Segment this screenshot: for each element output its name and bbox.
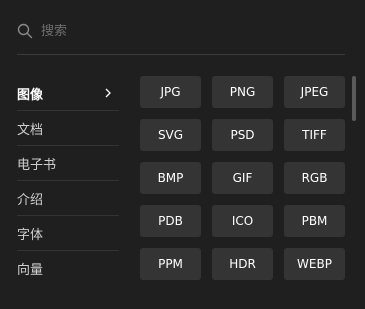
sidebar-item-label: 介绍 bbox=[17, 192, 44, 208]
chevron-right-icon bbox=[105, 88, 111, 98]
format-button-webp[interactable]: WEBP bbox=[284, 248, 345, 280]
sidebar-item-font[interactable]: 字体 bbox=[17, 216, 119, 251]
format-button-rgb[interactable]: RGB bbox=[284, 162, 345, 194]
search-bar[interactable] bbox=[17, 20, 345, 42]
sidebar-item-presentation[interactable]: 介绍 bbox=[17, 181, 119, 216]
search-icon bbox=[17, 23, 33, 39]
sidebar-item-ebook[interactable]: 电子书 bbox=[17, 146, 119, 181]
sidebar-item-label: 电子书 bbox=[17, 157, 57, 173]
format-button-gif[interactable]: GIF bbox=[212, 162, 273, 194]
format-button-jpg[interactable]: JPG bbox=[140, 76, 201, 108]
sidebar-item-image[interactable]: 图像 bbox=[17, 76, 119, 111]
format-button-ico[interactable]: ICO bbox=[212, 205, 273, 237]
format-button-png[interactable]: PNG bbox=[212, 76, 273, 108]
format-button-psd[interactable]: PSD bbox=[212, 119, 273, 151]
sidebar-item-document[interactable]: 文档 bbox=[17, 111, 119, 146]
category-sidebar: 图像 文档 电子书 介绍 字体 向量 bbox=[17, 76, 119, 286]
sidebar-item-label: 文档 bbox=[17, 122, 44, 138]
sidebar-item-label: 字体 bbox=[17, 227, 44, 243]
sidebar-item-label: 向量 bbox=[17, 263, 44, 278]
sidebar-item-label: 图像 bbox=[17, 87, 44, 103]
format-grid: JPG PNG JPEG SVG PSD TIFF BMP GIF RGB PD… bbox=[140, 76, 345, 280]
format-button-svg[interactable]: SVG bbox=[140, 119, 201, 151]
scrollbar-thumb[interactable] bbox=[352, 76, 356, 121]
format-button-pdb[interactable]: PDB bbox=[140, 205, 201, 237]
search-divider bbox=[17, 54, 345, 55]
format-button-hdr[interactable]: HDR bbox=[212, 248, 273, 280]
search-input[interactable] bbox=[41, 23, 331, 39]
format-button-jpeg[interactable]: JPEG bbox=[284, 76, 345, 108]
sidebar-item-vector[interactable]: 向量 bbox=[17, 251, 119, 286]
format-button-pbm[interactable]: PBM bbox=[284, 205, 345, 237]
format-button-ppm[interactable]: PPM bbox=[140, 248, 201, 280]
format-button-bmp[interactable]: BMP bbox=[140, 162, 201, 194]
format-button-tiff[interactable]: TIFF bbox=[284, 119, 345, 151]
